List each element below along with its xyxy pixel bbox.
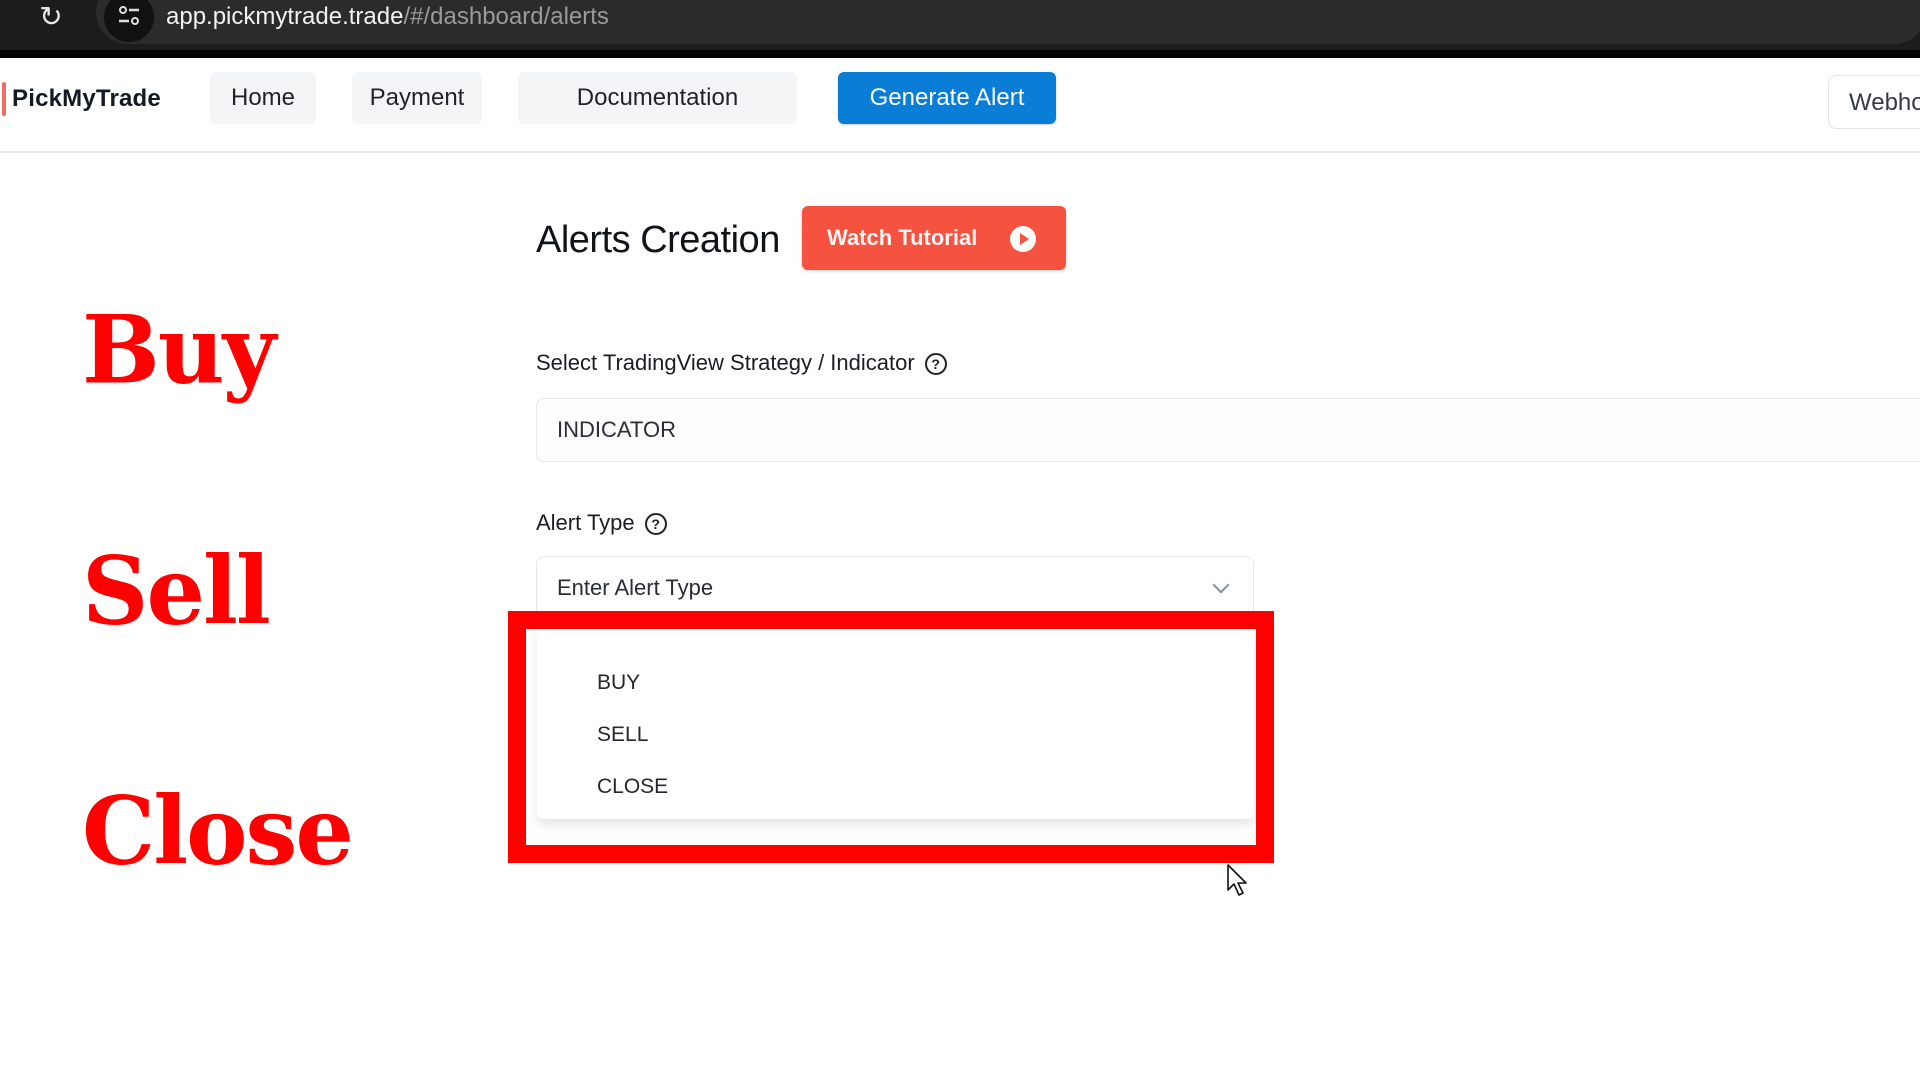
play-icon [1010, 226, 1036, 252]
browser-toolbar: ↻ app.pickmytrade.trade/#/dashboard/aler… [0, 0, 1920, 50]
mouse-cursor-icon [1227, 864, 1249, 903]
dropdown-option-close[interactable]: CLOSE [597, 772, 668, 802]
url-host: app.pickmytrade.trade [166, 3, 404, 30]
overlay-label-close: Close [82, 775, 354, 887]
logo[interactable]: PickMyTrade [12, 84, 161, 114]
nav-payment-button[interactable]: Payment [352, 72, 482, 124]
page-title: Alerts Creation [536, 219, 780, 261]
strategy-input[interactable]: INDICATOR [536, 398, 1920, 462]
strategy-field-label: Select TradingView Strategy / Indicator? [536, 349, 947, 377]
alert-type-label-text: Alert Type [536, 510, 635, 535]
overlay-label-sell: Sell [82, 535, 271, 647]
dropdown-option-sell[interactable]: SELL [597, 720, 648, 750]
dropdown-option-buy[interactable]: BUY [597, 668, 640, 698]
alert-type-dropdown: BUY SELL CLOSE [537, 629, 1254, 819]
generate-alert-button[interactable]: Generate Alert [838, 72, 1056, 124]
browser-divider [0, 50, 1920, 58]
strategy-label-text: Select TradingView Strategy / Indicator [536, 350, 915, 375]
logo-mark [2, 82, 6, 116]
url-text[interactable]: app.pickmytrade.trade/#/dashboard/alerts [166, 2, 609, 32]
reload-icon[interactable]: ↻ [36, 2, 66, 32]
nav-home-button[interactable]: Home [210, 72, 316, 124]
nav-documentation-button[interactable]: Documentation [518, 72, 797, 124]
overlay-label-buy: Buy [82, 294, 276, 406]
url-path: /#/dashboard/alerts [403, 3, 609, 30]
alert-type-field-label: Alert Type? [536, 509, 667, 537]
alert-type-select[interactable]: Enter Alert Type [536, 556, 1254, 620]
chevron-down-icon [1212, 576, 1230, 594]
alert-type-placeholder: Enter Alert Type [557, 575, 714, 600]
help-icon[interactable]: ? [644, 513, 667, 535]
watch-tutorial-label: Watch Tutorial [827, 225, 978, 250]
help-icon[interactable]: ? [924, 353, 947, 375]
watch-tutorial-button[interactable]: Watch Tutorial [802, 206, 1066, 270]
webhook-button[interactable]: Webhook [1828, 75, 1920, 129]
